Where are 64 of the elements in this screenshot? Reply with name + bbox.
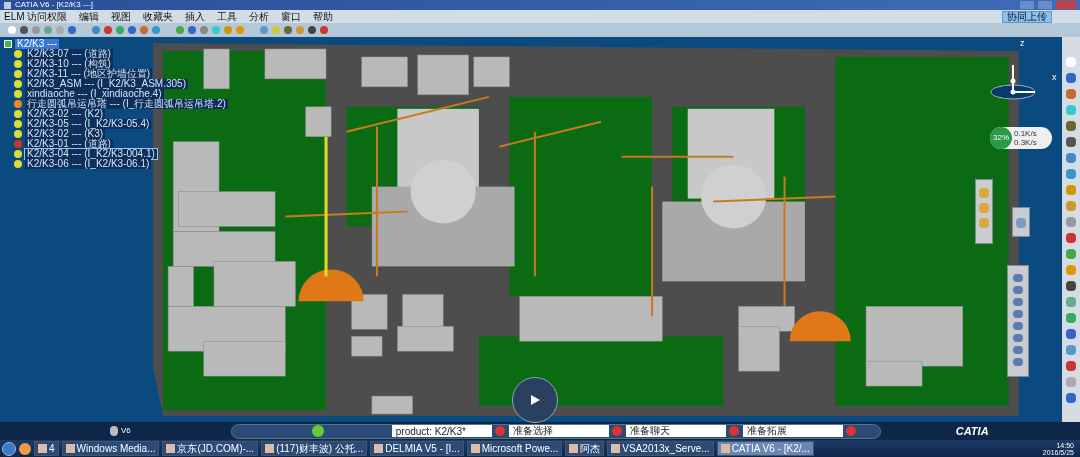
- menu-item[interactable]: 分析: [249, 11, 270, 22]
- app-icon: [611, 444, 621, 453]
- app-icon[interactable]: [19, 442, 31, 455]
- part-icon: [14, 140, 22, 148]
- tree-item[interactable]: K2/K3-04 --- (I_K2/K3-004.1): [25, 149, 157, 159]
- tree-item[interactable]: K2/K3-07 --- (道路): [25, 49, 113, 59]
- app-icon: [38, 444, 47, 453]
- taskbar-item[interactable]: 京东(JD.COM)-...: [162, 441, 259, 456]
- menu-item[interactable]: 插入: [185, 11, 206, 22]
- taskbar-item[interactable]: VSA2013x_Serve...: [607, 441, 714, 456]
- start-button[interactable]: [2, 441, 16, 456]
- upload-speed: 0.1K/s: [1014, 129, 1037, 138]
- search-field[interactable]: 准备拓展: [742, 425, 843, 437]
- menu-item[interactable]: 帮助: [313, 11, 334, 22]
- app-icon: [569, 444, 579, 453]
- menu-item[interactable]: 视图: [111, 11, 132, 22]
- tree-item[interactable]: xindiaoche --- (I_xindiaoche.4): [25, 89, 164, 99]
- tree-item[interactable]: K2/K3-02 --- (K3): [25, 129, 106, 139]
- play-icon[interactable]: [529, 394, 541, 406]
- taskbar-item[interactable]: Windows Media...: [61, 441, 160, 456]
- download-speed: 0.3K/s: [1014, 138, 1037, 147]
- menu-item[interactable]: 工具: [217, 11, 238, 22]
- catia-logo: CATIA: [955, 423, 989, 439]
- menu-item[interactable]: 窗口: [281, 11, 302, 22]
- axis-label: x: [1052, 71, 1057, 84]
- menu-item[interactable]: 收藏夹: [143, 11, 174, 22]
- tree-item[interactable]: K2/K3-02 --- (K2): [25, 109, 106, 119]
- version-label: V6: [121, 425, 131, 437]
- app-icon: [470, 444, 480, 453]
- taskbar-item[interactable]: CATIA V6 - [K2/...: [716, 441, 814, 456]
- upload-button[interactable]: 协同上传: [1002, 10, 1052, 23]
- tree-item[interactable]: K2/K3-11 --- (地区护墙位置): [25, 69, 153, 79]
- window-title: CATIA V6 - [K2/K3 ---]: [15, 1, 94, 9]
- search-field[interactable]: product: K2/K3*: [391, 425, 492, 437]
- status-icon[interactable]: [845, 426, 856, 436]
- tree-item[interactable]: K2/K3-10 --- (构筑): [25, 59, 113, 69]
- app-icon: [265, 444, 275, 453]
- search-field[interactable]: 准备聊天: [625, 425, 726, 437]
- app-icon: [4, 1, 11, 9]
- menu-item[interactable]: 编辑: [79, 11, 100, 22]
- crane-icon: [14, 100, 22, 108]
- cpu-percent: 32%: [990, 127, 1012, 149]
- search-field[interactable]: 准备选择: [508, 425, 609, 437]
- status-icon[interactable]: [494, 426, 505, 436]
- app-icon: [720, 444, 730, 453]
- taskbar-item[interactable]: 阿杰: [565, 441, 605, 456]
- axis-label: z: [1020, 37, 1025, 50]
- app-icon: [65, 444, 75, 453]
- app-icon: [166, 444, 176, 453]
- tree-item[interactable]: K2/K3-05 --- (I_K2/K3-05.4): [25, 119, 152, 129]
- tree-item[interactable]: K2/K3 ---: [15, 39, 59, 49]
- tool-icon[interactable]: [1016, 218, 1026, 228]
- taskbar-item[interactable]: 4: [34, 441, 59, 456]
- globe-icon: [311, 425, 324, 437]
- taskbar-item[interactable]: (117)财丰波) 公托...: [261, 441, 368, 456]
- taskbar-item[interactable]: Microsoft Powe...: [466, 441, 563, 456]
- status-icon[interactable]: [728, 426, 739, 436]
- taskbar-item[interactable]: DELMIA V5 - [I...: [370, 441, 464, 456]
- tree-item[interactable]: K2/K3_ASM --- (I_K2/K3_ASM.305): [25, 79, 188, 89]
- app-icon: [374, 444, 384, 453]
- tree-item[interactable]: K2/K3-06 --- (I_K2/K3-06.1): [25, 159, 152, 169]
- status-icon[interactable]: [611, 426, 622, 436]
- app-menu[interactable]: ELM 访问权限: [4, 11, 68, 22]
- tree-item[interactable]: 行走圆弧吊运吊塔 --- (I_行走圆弧吊运吊塔.2): [25, 99, 228, 109]
